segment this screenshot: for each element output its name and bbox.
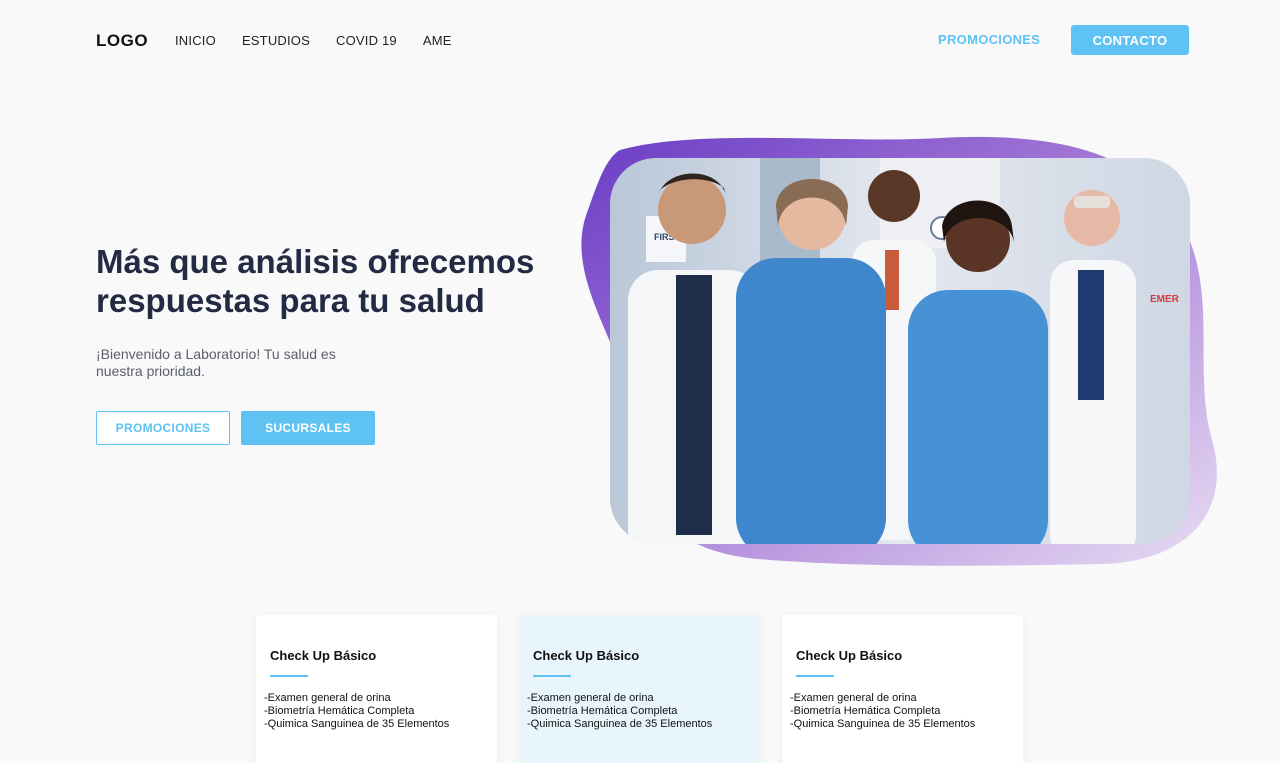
card-divider <box>533 675 571 677</box>
logo[interactable]: LOGO <box>96 31 148 51</box>
card-items: -Examen general de orina -Biometría Hemá… <box>264 692 449 731</box>
nav-link-covid[interactable]: COVID 19 <box>336 33 397 48</box>
hero-illustration: FIRST STATI EMER <box>581 136 1217 566</box>
hero-title: Más que análisis ofrecemos respuestas pa… <box>96 243 535 319</box>
card-item: -Quimica Sanguinea de 35 Elementos <box>790 718 976 730</box>
top-nav: LOGO INICIO ESTUDIOS COVID 19 AME PROMOC… <box>0 0 1280 80</box>
checkup-card[interactable]: Check Up Básico -Examen general de orina… <box>782 615 1023 763</box>
hero-subtitle: ¡Bienvenido a Laboratorio! Tu salud es n… <box>96 346 336 379</box>
card-divider <box>796 675 834 677</box>
nav-link-estudios[interactable]: ESTUDIOS <box>242 33 310 48</box>
card-items: -Examen general de orina -Biometría Hemá… <box>790 692 975 731</box>
hero-image: FIRST STATI EMER <box>580 130 1230 570</box>
card-item: -Biometría Hemática Completa <box>527 705 678 717</box>
contact-button[interactable]: CONTACTO <box>1071 25 1189 55</box>
sucursales-button[interactable]: SUCURSALES <box>241 411 375 445</box>
card-title: Check Up Básico <box>796 648 903 663</box>
card-item: -Quimica Sanguinea de 35 Elementos <box>264 718 450 730</box>
checkup-card[interactable]: Check Up Básico -Examen general de orina… <box>256 615 497 763</box>
exit-sign-text: EMER <box>1150 294 1180 305</box>
nav-link-ame[interactable]: AME <box>423 33 452 48</box>
promociones-button[interactable]: PROMOCIONES <box>96 411 230 445</box>
card-item: -Biometría Hemática Completa <box>790 705 941 717</box>
card-item: -Examen general de orina <box>527 692 654 704</box>
card-item: -Examen general de orina <box>790 692 917 704</box>
checkup-card-highlighted[interactable]: Check Up Básico -Examen general de orina… <box>519 615 760 763</box>
card-item: -Biometría Hemática Completa <box>264 705 415 717</box>
card-title: Check Up Básico <box>533 648 640 663</box>
card-divider <box>270 675 308 677</box>
card-item: -Quimica Sanguinea de 35 Elementos <box>527 718 713 730</box>
nav-link-inicio[interactable]: INICIO <box>175 33 216 48</box>
card-title: Check Up Básico <box>270 648 377 663</box>
nav-links: INICIO ESTUDIOS COVID 19 AME <box>175 33 452 48</box>
nav-promociones-link[interactable]: PROMOCIONES <box>938 32 1040 47</box>
card-item: -Examen general de orina <box>264 692 391 704</box>
card-items: -Examen general de orina -Biometría Hemá… <box>527 692 712 731</box>
